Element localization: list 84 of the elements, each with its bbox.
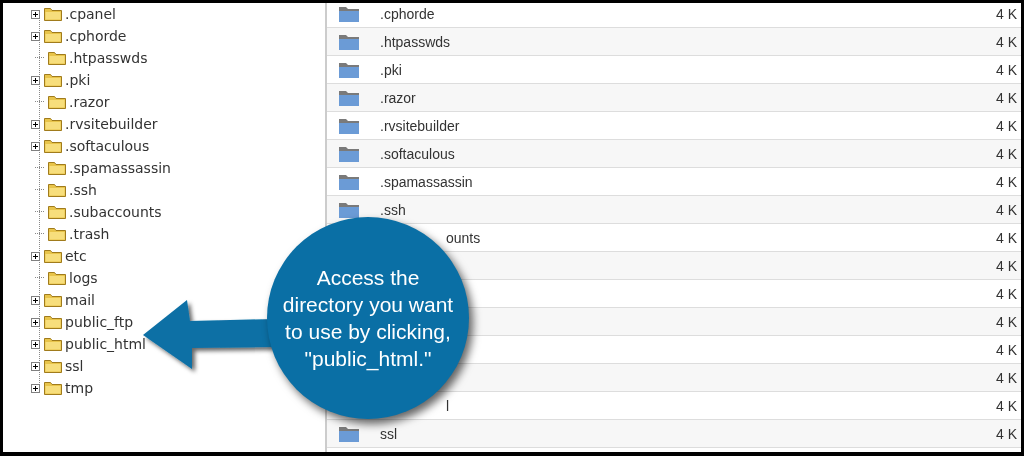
file-size: 4 K xyxy=(996,61,1017,78)
tree-item[interactable]: .cpanel xyxy=(65,6,116,22)
folder-icon xyxy=(44,249,62,263)
folder-icon xyxy=(44,139,62,153)
tree-item[interactable]: .rvsitebuilder xyxy=(65,116,158,132)
file-size: 4 K xyxy=(996,397,1017,414)
folder-icon xyxy=(48,95,66,109)
file-size: 4 K xyxy=(996,5,1017,22)
tree-item[interactable]: etc xyxy=(65,248,87,264)
expand-icon[interactable] xyxy=(31,9,40,19)
tree-item[interactable]: .spamassassin xyxy=(69,160,171,176)
file-size: 4 K xyxy=(996,117,1017,134)
expand-icon[interactable] xyxy=(31,31,40,41)
file-name[interactable]: l xyxy=(446,397,450,414)
file-name[interactable]: .htpasswds xyxy=(380,33,451,50)
folder-icon xyxy=(339,425,359,442)
tree-item[interactable]: .razor xyxy=(69,94,110,110)
file-size: 4 K xyxy=(996,201,1017,218)
tree-item[interactable]: mail xyxy=(65,292,95,308)
tree-item[interactable]: ssl xyxy=(65,358,84,374)
folder-icon xyxy=(339,89,359,106)
folder-icon xyxy=(48,271,66,285)
folder-icon xyxy=(44,359,62,373)
folder-icon xyxy=(44,293,62,307)
tree-item[interactable]: .htpasswds xyxy=(69,50,148,66)
tree-item[interactable]: .pki xyxy=(65,72,91,88)
file-name[interactable]: ounts xyxy=(446,229,481,246)
tree-item[interactable]: .ssh xyxy=(69,182,97,198)
tree-item[interactable]: tmp xyxy=(65,380,93,396)
folder-icon xyxy=(44,29,62,43)
folder-icon xyxy=(44,117,62,131)
folder-icon xyxy=(48,227,66,241)
expand-icon[interactable] xyxy=(31,361,40,371)
expand-icon[interactable] xyxy=(31,141,40,151)
folder-icon xyxy=(44,73,62,87)
tree-item[interactable]: .subaccounts xyxy=(69,204,162,220)
file-size: 4 K xyxy=(996,313,1017,330)
file-size: 4 K xyxy=(996,369,1017,386)
folder-icon xyxy=(48,183,66,197)
folder-icon xyxy=(48,51,66,65)
folder-icon xyxy=(339,5,359,22)
file-size: 4 K xyxy=(996,285,1017,302)
expand-icon[interactable] xyxy=(31,295,40,305)
file-name[interactable]: .rvsitebuilder xyxy=(380,117,460,134)
folder-icon xyxy=(339,117,359,134)
expand-icon[interactable] xyxy=(31,251,40,261)
file-name[interactable]: .softaculous xyxy=(380,145,455,162)
expand-icon[interactable] xyxy=(31,383,40,393)
folder-icon xyxy=(339,33,359,50)
tree-item[interactable]: .trash xyxy=(69,226,110,242)
file-size: 4 K xyxy=(996,341,1017,358)
folder-icon xyxy=(48,161,66,175)
folder-icon xyxy=(44,337,62,351)
folder-icon xyxy=(44,315,62,329)
tree-item[interactable]: public_html xyxy=(65,336,146,352)
file-name[interactable]: .spamassassin xyxy=(380,173,473,190)
file-name[interactable]: ssl xyxy=(380,425,398,442)
folder-icon xyxy=(339,173,359,190)
folder-icon xyxy=(44,381,62,395)
file-size: 4 K xyxy=(996,145,1017,162)
file-size: 4 K xyxy=(996,173,1017,190)
file-size: 4 K xyxy=(996,425,1017,442)
tree-item[interactable]: .cphorde xyxy=(65,28,127,44)
tree-item[interactable]: logs xyxy=(69,270,98,286)
folder-icon xyxy=(339,145,359,162)
folder-icon xyxy=(48,205,66,219)
file-name[interactable]: .razor xyxy=(380,89,416,106)
tree-item[interactable]: public_ftp xyxy=(65,314,134,330)
file-name[interactable]: .cphorde xyxy=(380,5,435,22)
expand-icon[interactable] xyxy=(31,75,40,85)
file-size: 4 K xyxy=(996,257,1017,274)
expand-icon[interactable] xyxy=(31,339,40,349)
file-size: 4 K xyxy=(996,89,1017,106)
tree-item[interactable]: .softaculous xyxy=(65,138,150,154)
expand-icon[interactable] xyxy=(31,119,40,129)
file-size: 4 K xyxy=(996,229,1017,246)
folder-icon xyxy=(339,61,359,78)
callout-text: Access the directory you want to use by clicking, "public_html." xyxy=(282,265,454,372)
expand-icon[interactable] xyxy=(31,317,40,327)
file-name[interactable]: .ssh xyxy=(380,201,406,218)
file-size: 4 K xyxy=(996,33,1017,50)
folder-icon xyxy=(339,201,359,218)
file-name[interactable]: .pki xyxy=(380,61,402,78)
folder-icon xyxy=(44,7,62,21)
